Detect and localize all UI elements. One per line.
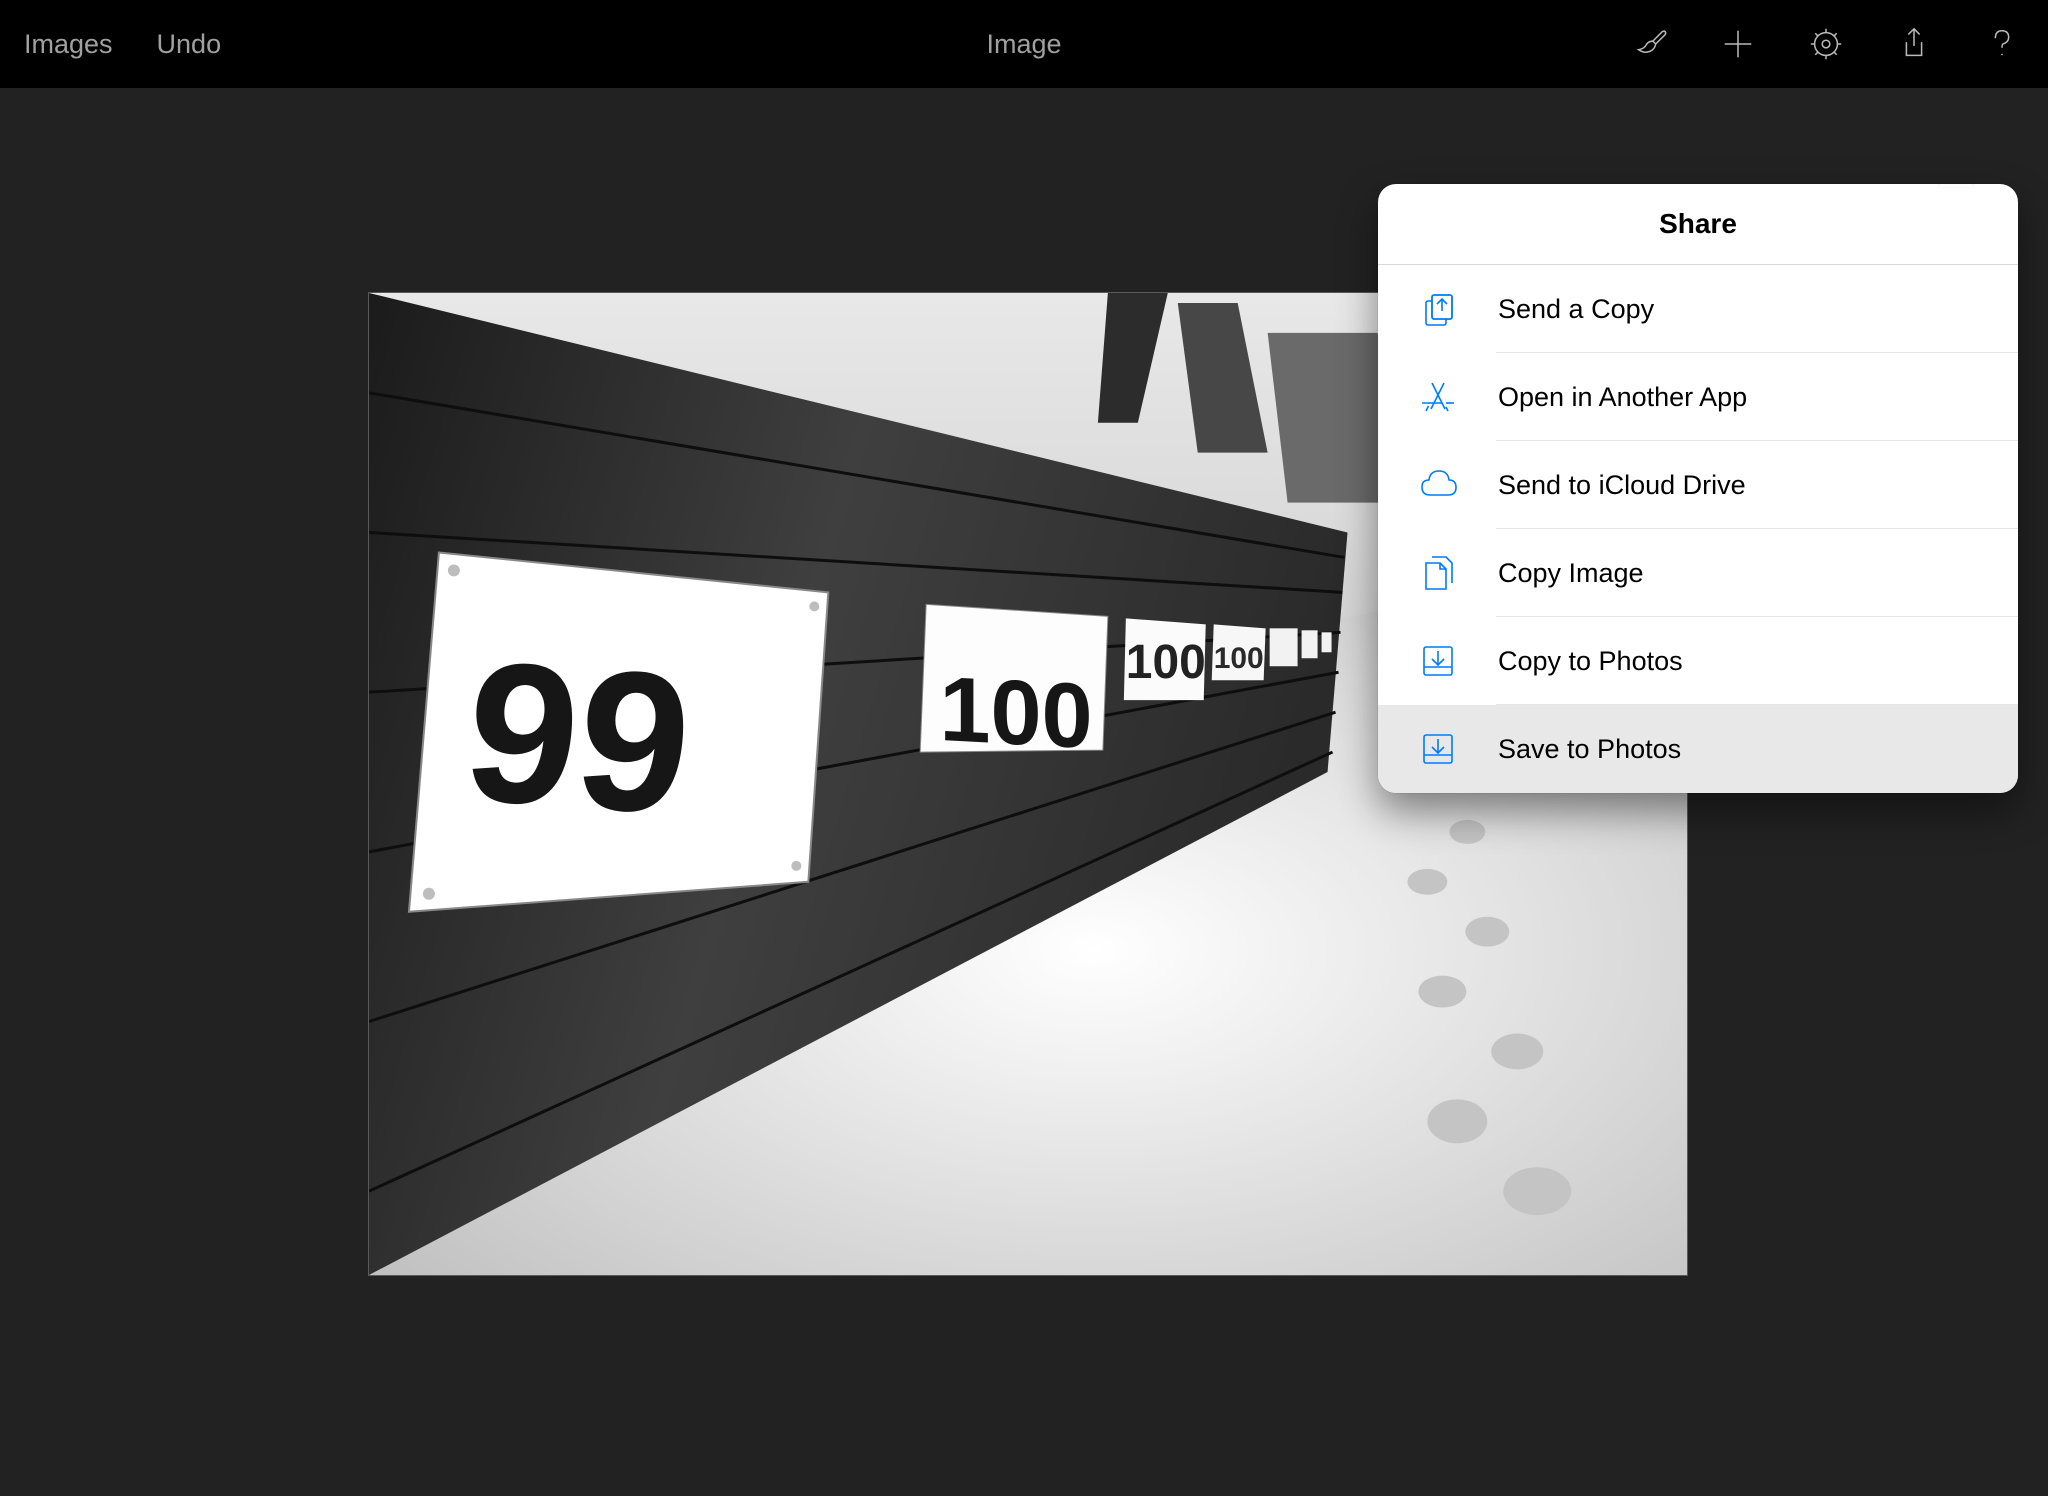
- undo-button[interactable]: Undo: [157, 29, 222, 60]
- share-option-label: Save to Photos: [1498, 734, 1681, 765]
- share-option-copy-image[interactable]: Copy Image: [1378, 529, 2018, 617]
- popover-title: Share: [1378, 184, 2018, 265]
- svg-text:100: 100: [1214, 642, 1264, 675]
- plus-icon[interactable]: [1716, 22, 1760, 66]
- share-icon[interactable]: [1892, 22, 1936, 66]
- download-tray-icon: [1416, 727, 1460, 771]
- download-tray-icon: [1416, 639, 1460, 683]
- share-popover: Share Send a Copy Open in Another App Send…: [1378, 184, 2018, 793]
- gear-icon[interactable]: [1804, 22, 1848, 66]
- cloud-icon: [1416, 463, 1460, 507]
- share-sheet-icon: [1416, 287, 1460, 331]
- share-option-label: Open in Another App: [1498, 382, 1747, 413]
- popover-arrow: [1938, 184, 1974, 187]
- share-option-open-in-another-app[interactable]: Open in Another App: [1378, 353, 2018, 441]
- share-option-copy-to-photos[interactable]: Copy to Photos: [1378, 617, 2018, 705]
- share-option-save-to-photos[interactable]: Save to Photos: [1378, 705, 2018, 793]
- share-option-label: Send a Copy: [1498, 294, 1654, 325]
- back-button[interactable]: Images: [24, 29, 113, 60]
- svg-text:100: 100: [1126, 636, 1206, 689]
- brush-icon[interactable]: [1628, 22, 1672, 66]
- canvas-area[interactable]: 99 100 100 100 Share Send a CopyOpe: [0, 88, 2048, 1496]
- help-icon[interactable]: [1980, 22, 2024, 66]
- toolbar: Images Undo Image: [0, 0, 2048, 88]
- docs-icon: [1416, 551, 1460, 595]
- svg-text:100: 100: [939, 658, 1092, 768]
- share-option-label: Send to iCloud Drive: [1498, 470, 1746, 501]
- share-option-send-to-icloud-drive[interactable]: Send to iCloud Drive: [1378, 441, 2018, 529]
- share-option-label: Copy Image: [1498, 558, 1644, 589]
- svg-text:99: 99: [456, 620, 702, 857]
- share-option-send-a-copy[interactable]: Send a Copy: [1378, 265, 2018, 353]
- appstore-icon: [1416, 375, 1460, 419]
- share-option-label: Copy to Photos: [1498, 646, 1683, 677]
